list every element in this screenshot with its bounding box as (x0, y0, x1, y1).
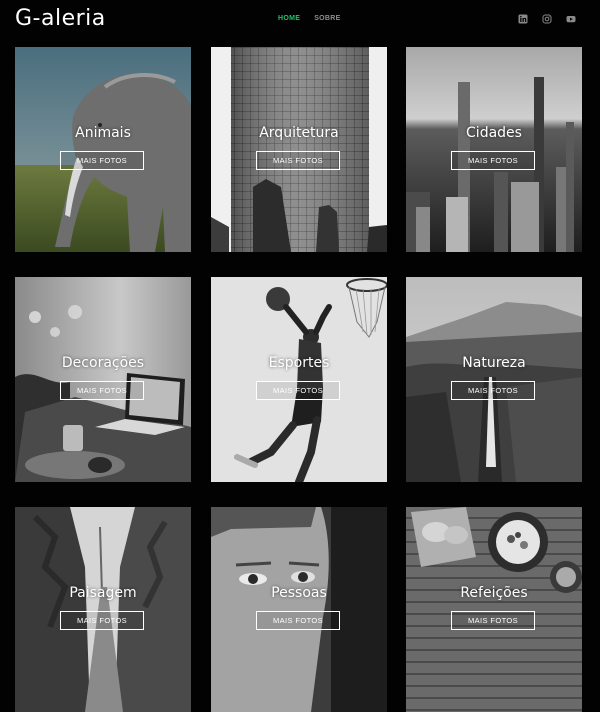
city-skyline-photo (406, 47, 582, 252)
more-photos-button[interactable]: MAIS FOTOS (60, 381, 144, 400)
nav-sobre-link[interactable]: SOBRE (314, 15, 340, 22)
more-photos-button[interactable]: MAIS FOTOS (451, 381, 535, 400)
more-photos-button[interactable]: MAIS FOTOS (256, 611, 340, 630)
gallery-card-decoracoes[interactable]: Decorações MAIS FOTOS (15, 277, 191, 482)
nav-home-link[interactable]: HOME (278, 15, 300, 22)
more-photos-button[interactable]: MAIS FOTOS (60, 611, 144, 630)
gallery-card-arquitetura[interactable]: Arquitetura MAIS FOTOS (211, 47, 387, 252)
category-title: Pessoas (271, 585, 327, 601)
main-nav: HOME SOBRE (278, 15, 341, 22)
gallery-card-paisagem[interactable]: Paisagem MAIS FOTOS (15, 507, 191, 712)
site-header: G-aleria HOME SOBRE (0, 0, 600, 42)
category-title: Natureza (462, 355, 526, 371)
laptop-desk-photo (15, 277, 191, 482)
category-title: Paisagem (69, 585, 137, 601)
glass-building-photo (211, 47, 387, 252)
more-photos-button[interactable]: MAIS FOTOS (60, 151, 144, 170)
youtube-icon[interactable] (566, 14, 576, 24)
gallery-card-pessoas[interactable]: Pessoas MAIS FOTOS (211, 507, 387, 712)
category-title: Arquitetura (259, 125, 339, 141)
category-title: Animais (75, 125, 131, 141)
food-table-photo (406, 507, 582, 712)
category-title: Decorações (61, 355, 145, 371)
gallery-card-esportes[interactable]: Esportes MAIS FOTOS (211, 277, 387, 482)
site-logo[interactable]: G-aleria (15, 6, 106, 31)
category-title: Cidades (466, 125, 522, 141)
basketball-dunk-photo (211, 277, 387, 482)
gallery-card-cidades[interactable]: Cidades MAIS FOTOS (406, 47, 582, 252)
forest-road-photo (15, 507, 191, 712)
social-links (518, 14, 576, 24)
more-photos-button[interactable]: MAIS FOTOS (256, 381, 340, 400)
gallery-card-animais[interactable]: Animais MAIS FOTOS (15, 47, 191, 252)
portrait-photo (211, 507, 387, 712)
gallery-card-natureza[interactable]: Natureza MAIS FOTOS (406, 277, 582, 482)
waterfall-mountain-photo (406, 277, 582, 482)
more-photos-button[interactable]: MAIS FOTOS (256, 151, 340, 170)
gallery-card-refeicoes[interactable]: Refeições MAIS FOTOS (406, 507, 582, 712)
more-photos-button[interactable]: MAIS FOTOS (451, 611, 535, 630)
elephant-photo (15, 47, 191, 252)
more-photos-button[interactable]: MAIS FOTOS (451, 151, 535, 170)
instagram-icon[interactable] (542, 14, 552, 24)
category-title: Refeições (460, 585, 528, 601)
category-title: Esportes (268, 355, 330, 371)
linkedin-icon[interactable] (518, 14, 528, 24)
